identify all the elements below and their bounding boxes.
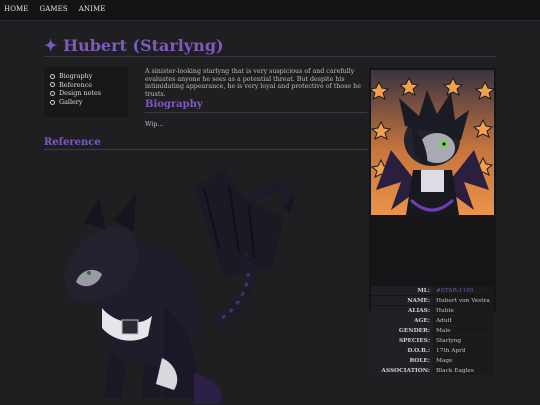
info-key: ASSOCIATION: [371, 366, 433, 375]
info-value: Hubert von Vestra [433, 296, 494, 305]
info-value: Male [433, 326, 494, 335]
toc-item-biography[interactable]: Biography [50, 72, 128, 81]
biography-divider [145, 112, 367, 113]
info-row: ASSOCIATION: Black Eagles [371, 366, 494, 375]
info-value: Adult [433, 316, 494, 325]
toc-item-label: Reference [59, 80, 93, 89]
toc-item-gallery[interactable]: Gallery [50, 98, 128, 107]
info-key: AGE: [371, 316, 433, 325]
toc-item-label: Gallery [59, 98, 83, 107]
info-value: Mage [433, 356, 494, 365]
info-key: GENDER: [371, 326, 433, 335]
info-value: Hubie [433, 306, 494, 315]
info-row: NAME: Hubert von Vestra [371, 296, 494, 305]
info-table: ML: #STAR-1165 NAME: Hubert von Vestra ALI… [371, 285, 494, 376]
info-key: ALIAS: [371, 306, 433, 315]
top-nav-links: HOME GAMES ANIME [4, 5, 106, 13]
title-divider [44, 56, 496, 57]
intro-paragraph: A sinister-looking starlyng that is very… [145, 68, 361, 98]
reference-sheet-image [64, 170, 295, 404]
info-row: AGE: Adult [371, 316, 494, 325]
info-key: ROLE: [371, 356, 433, 365]
toc-item-design-notes[interactable]: Design notes [50, 89, 128, 98]
character-infobox: ML: #STAR-1165 NAME: Hubert von Vestra ALI… [369, 68, 496, 375]
info-row: SPECIES: Starlyng [371, 336, 494, 345]
nav-games-link[interactable]: GAMES [40, 5, 68, 13]
bullet-icon [50, 90, 55, 96]
info-key: NAME: [371, 296, 433, 305]
bullet-icon [50, 99, 55, 105]
biography-heading: Biography [145, 99, 203, 110]
top-navbar: HOME GAMES ANIME [0, 0, 540, 21]
toc-item-reference[interactable]: Reference [50, 81, 128, 90]
info-row: GENDER: Male [371, 326, 494, 335]
info-value: Starlyng [433, 336, 494, 345]
info-key: D.O.B.: [371, 346, 433, 355]
nav-anime-link[interactable]: ANIME [79, 5, 106, 13]
info-value: 17th April [433, 346, 494, 355]
reference-heading: Reference [44, 137, 101, 148]
info-key: SPECIES: [371, 336, 433, 345]
info-key: ML: [371, 286, 433, 295]
info-row: ROLE: Mage [371, 356, 494, 365]
page-title-text: Hubert (Starlyng) [62, 36, 224, 55]
reference-divider [44, 149, 368, 150]
bullet-icon [50, 82, 55, 88]
info-row: ML: #STAR-1165 [371, 286, 494, 295]
info-row: D.O.B.: 17th April [371, 346, 494, 355]
character-portrait [371, 70, 494, 215]
info-value: Black Eagles [433, 366, 494, 375]
toc-item-label: Design notes [59, 89, 102, 98]
star-icon: ✦ [44, 36, 58, 55]
info-row: ALIAS: Hubie [371, 306, 494, 315]
page-title: ✦ Hubert (Starlyng) [44, 36, 224, 55]
bullet-icon [50, 73, 55, 79]
toc-item-label: Biography [59, 72, 93, 80]
table-of-contents: Biography Reference Design notes Gallery [44, 67, 128, 117]
biography-text: Wip... [145, 121, 164, 128]
nav-home-link[interactable]: HOME [4, 5, 29, 13]
ml-link[interactable]: #STAR-1165 [433, 286, 494, 295]
